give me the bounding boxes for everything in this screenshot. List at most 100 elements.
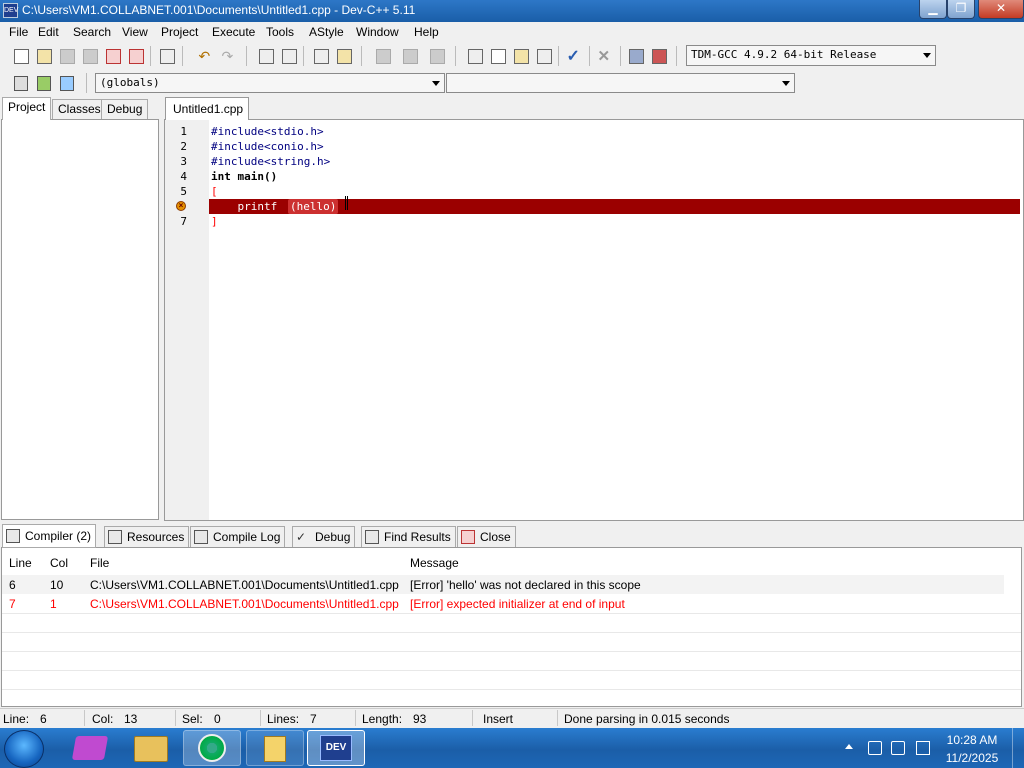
scope-combo-value: (globals) [100,76,160,89]
code-editor[interactable] [164,119,1024,521]
insert-button[interactable] [10,72,32,94]
new-project-button[interactable] [464,44,486,68]
column-header-col[interactable]: Col [50,556,68,570]
save-all-button[interactable] [79,44,101,68]
grid-line [2,689,1021,690]
tab-compiler[interactable]: Compiler (2) [2,524,97,548]
row-col: 1 [50,597,57,611]
taskbar-explorer[interactable] [122,730,180,766]
project-options-button[interactable] [510,44,532,68]
tab-close[interactable]: Close [457,526,516,548]
tab-compile-log[interactable]: Compile Log [190,526,286,548]
taskbar-browser[interactable] [183,730,241,766]
check-icon: ✓ [296,530,307,544]
replace-button[interactable] [278,44,300,68]
show-hidden-icons-icon[interactable] [845,744,853,749]
status-col-label: Col: [92,712,114,726]
goto-line-button[interactable] [310,44,332,68]
redo-icon: ↷ [221,47,234,64]
title-bar[interactable]: DEV C:\Users\VM1.COLLABNET.001\Documents… [0,0,1024,22]
stop-button[interactable]: ✕ [594,44,616,68]
menu-tools[interactable]: Tools [263,24,297,40]
code-line: #include<conio.h> [211,140,324,153]
redo-button[interactable]: ↷ [218,44,240,68]
undo-button[interactable]: ↶ [195,44,217,68]
status-separator [472,710,473,726]
insert-icon [14,75,28,91]
unindent-button[interactable] [372,44,394,68]
tab-debug-bottom[interactable]: ✓ Debug [292,526,356,548]
tab-debug[interactable]: Debug [101,99,149,120]
compiler-messages[interactable] [1,547,1022,707]
tab-classes[interactable]: Classes [52,99,107,120]
column-header-line[interactable]: Line [9,556,32,570]
menu-help[interactable]: Help [411,24,442,40]
row-message: [Error] 'hello' was not declared in this… [410,578,641,592]
new-file-icon [13,48,29,64]
toggle-bookmark-button[interactable] [33,72,55,94]
menu-view[interactable]: View [119,24,151,40]
delete-profile-button[interactable] [648,44,670,68]
maximize-button[interactable]: ❐ [947,0,975,19]
menu-astyle[interactable]: AStyle [306,24,347,40]
close-button[interactable]: ✕ [978,0,1024,19]
line-number: 3 [180,155,187,168]
column-header-file[interactable]: File [90,556,109,570]
menu-edit[interactable]: Edit [35,24,62,40]
find-icon [258,48,274,64]
function-combo[interactable] [446,73,795,93]
save-button[interactable] [56,44,78,68]
tab-debug-label: Debug [315,530,351,544]
options-icon [513,48,529,64]
compiler-select[interactable]: TDM-GCC 4.9.2 64-bit Release [686,45,936,66]
network-icon[interactable] [891,741,905,755]
start-button[interactable] [4,730,44,768]
minimize-button[interactable]: ▁ [919,0,947,19]
open-file-button[interactable] [33,44,55,68]
show-desktop-button[interactable] [1012,728,1024,768]
compile-button[interactable]: ✓ [563,44,585,68]
indent-button[interactable] [399,44,421,68]
editor-tab[interactable]: Untitled1.cpp [165,97,249,120]
scope-combo[interactable]: (globals) [95,73,445,93]
menu-file[interactable]: File [6,24,31,40]
profile-button[interactable] [625,44,647,68]
clock-date[interactable]: 11/2/2025 [942,751,1002,765]
row-message: [Error] expected initializer at end of i… [410,597,625,611]
action-center-icon[interactable] [868,741,882,755]
goto-function-button[interactable] [333,44,355,68]
window-title: C:\Users\VM1.COLLABNET.001\Documents\Unt… [22,3,416,17]
line-number: 5 [180,185,187,198]
menu-bar [0,22,1024,42]
status-separator [260,710,261,726]
menu-window[interactable]: Window [353,24,402,40]
comment-icon [429,48,445,64]
taskbar-files[interactable] [246,730,304,766]
toggle-comment-button[interactable] [426,44,448,68]
find-button[interactable] [255,44,277,68]
menu-project[interactable]: Project [158,24,201,40]
project-tree[interactable] [1,119,159,520]
new-class-button[interactable] [487,44,509,68]
volume-muted-icon[interactable] [916,741,930,755]
print-button[interactable] [156,44,178,68]
app-icon[interactable]: DEV [3,3,18,18]
close-icon [461,530,475,544]
close-all-button[interactable] [125,44,147,68]
menu-execute[interactable]: Execute [209,24,258,40]
clock-time[interactable]: 10:28 AM [942,733,1002,747]
tab-find-results[interactable]: Find Results [361,526,456,548]
new-file-button[interactable] [10,44,32,68]
taskbar-devcpp[interactable]: DEV [307,730,365,766]
tile-windows-button[interactable] [533,44,555,68]
tab-project[interactable]: Project [2,97,52,120]
error-icon[interactable]: × [176,201,186,211]
column-header-message[interactable]: Message [410,556,459,570]
taskbar-app-1[interactable] [62,730,120,766]
tab-resources[interactable]: Resources [104,526,190,548]
chevron-down-icon [923,53,931,58]
goto-bookmark-button[interactable] [56,72,78,94]
close-file-button[interactable] [102,44,124,68]
check-icon: ✓ [566,47,580,65]
menu-search[interactable]: Search [70,24,114,40]
